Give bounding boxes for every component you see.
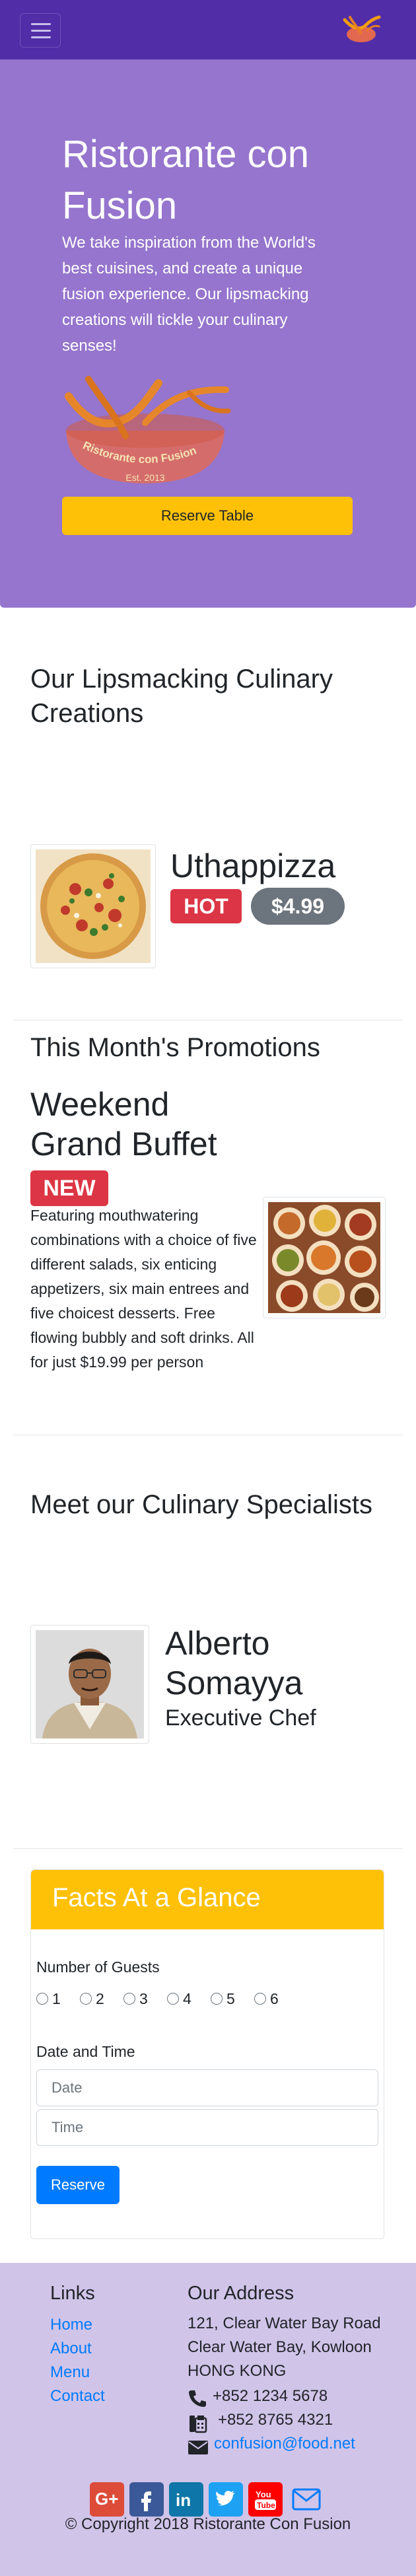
divider: [13, 1848, 403, 1849]
navbar-toggler-button[interactable]: [20, 13, 61, 48]
new-badge: NEW: [30, 1170, 108, 1206]
fax-number: +852 8765 4321: [218, 2411, 333, 2429]
guest-option-label: 4: [183, 1990, 191, 2007]
footer-link-menu[interactable]: Menu: [50, 2363, 90, 2382]
hero-text: We take inspiration from the World's bes…: [62, 234, 316, 355]
hot-badge: HOT: [170, 889, 242, 923]
navbar: [0, 0, 416, 59]
buffet-image: [263, 1197, 386, 1318]
date-input[interactable]: [36, 2069, 378, 2106]
guest-radio-3[interactable]: [123, 1993, 135, 2005]
hamburger-icon-bar: [31, 30, 51, 32]
svg-text:G+: G+: [95, 2489, 118, 2509]
promotion-description: Featuring mouthwatering combinations wit…: [30, 1207, 257, 1371]
footer-link-contact[interactable]: Contact: [50, 2387, 105, 2406]
jumbotron: Ristorante con Fusion We take inspiratio…: [0, 59, 416, 608]
reserve-table-button[interactable]: Reserve Table: [62, 497, 353, 535]
chef-name: Alberto Somayya: [165, 1625, 303, 1701]
card-title: Facts At a Glance: [52, 1883, 261, 1912]
linkedin-icon[interactable]: in: [169, 2482, 203, 2517]
promotion-title: Weekend Grand Buffet: [30, 1086, 217, 1163]
hamburger-icon: [31, 23, 51, 25]
guest-radio-2[interactable]: [80, 1993, 92, 2005]
footer-link-about[interactable]: About: [50, 2340, 92, 2358]
footer-address-heading: Our Address: [188, 2283, 295, 2304]
address-line: HONG KONG: [188, 2362, 287, 2380]
facebook-icon[interactable]: [129, 2482, 164, 2517]
copyright: © Copyright 2018 Ristorante Con Fusion: [65, 2515, 351, 2533]
hero-logo: Ristorante con Fusion Est. 2013: [59, 370, 244, 490]
reservation-card: Facts At a Glance Number of Guests 1 2 3…: [30, 1869, 384, 2239]
hamburger-icon-bar: [31, 36, 51, 38]
specialists-heading: Meet our Culinary Specialists: [30, 1490, 372, 1519]
svg-text:Tube: Tube: [257, 2501, 275, 2510]
hero-title: Ristorante con Fusion: [62, 133, 309, 227]
phone-number: +852 1234 5678: [213, 2387, 328, 2405]
guest-radio-5[interactable]: [211, 1993, 223, 2005]
youtube-icon[interactable]: You Tube: [248, 2482, 283, 2517]
footer-link-home[interactable]: Home: [50, 2316, 92, 2334]
svg-text:You: You: [256, 2489, 271, 2499]
address-line: Clear Water Bay, Kowloon: [188, 2338, 372, 2356]
guest-radio-6[interactable]: [254, 1993, 266, 2005]
chef-photo: [30, 1625, 149, 1744]
time-input[interactable]: [36, 2109, 378, 2146]
chef-role: Executive Chef: [165, 1705, 316, 1731]
mail-icon[interactable]: [289, 2482, 324, 2517]
envelope-icon: [188, 2437, 209, 2457]
dish-name: Uthappizza: [170, 847, 336, 884]
guest-option-label: 1: [52, 1990, 61, 2007]
date-time-label: Date and Time: [36, 2043, 135, 2060]
uthappizza-image: [30, 844, 156, 968]
footer-links-heading: Links: [50, 2283, 95, 2304]
guest-option-label: 2: [96, 1990, 104, 2007]
guest-option-label: 3: [139, 1990, 148, 2007]
hero-logo-est: Est. 2013: [125, 472, 164, 483]
google-plus-icon[interactable]: G+: [90, 2482, 124, 2517]
phone-icon: [188, 2388, 207, 2408]
guest-radio-4[interactable]: [167, 1993, 179, 2005]
fax-icon: [188, 2414, 207, 2433]
svg-text:in: in: [176, 2490, 191, 2510]
guests-label: Number of Guests: [36, 1958, 160, 1976]
guest-option-label: 6: [270, 1990, 279, 2007]
brand-logo-icon[interactable]: [341, 15, 382, 48]
price-badge: $4.99: [251, 888, 345, 925]
address-line: 121, Clear Water Bay Road: [188, 2314, 381, 2332]
card-header: Facts At a Glance: [31, 1870, 384, 1929]
reserve-submit-button[interactable]: Reserve: [36, 2166, 120, 2204]
email-link[interactable]: confusion@food.net: [214, 2432, 355, 2456]
guest-option-label: 5: [226, 1990, 235, 2007]
guest-radio-1[interactable]: [36, 1993, 48, 2005]
promotions-heading: This Month's Promotions: [30, 1033, 320, 1062]
twitter-icon[interactable]: [209, 2482, 243, 2517]
creations-heading: Our Lipsmacking Culinary Creations: [30, 664, 333, 728]
